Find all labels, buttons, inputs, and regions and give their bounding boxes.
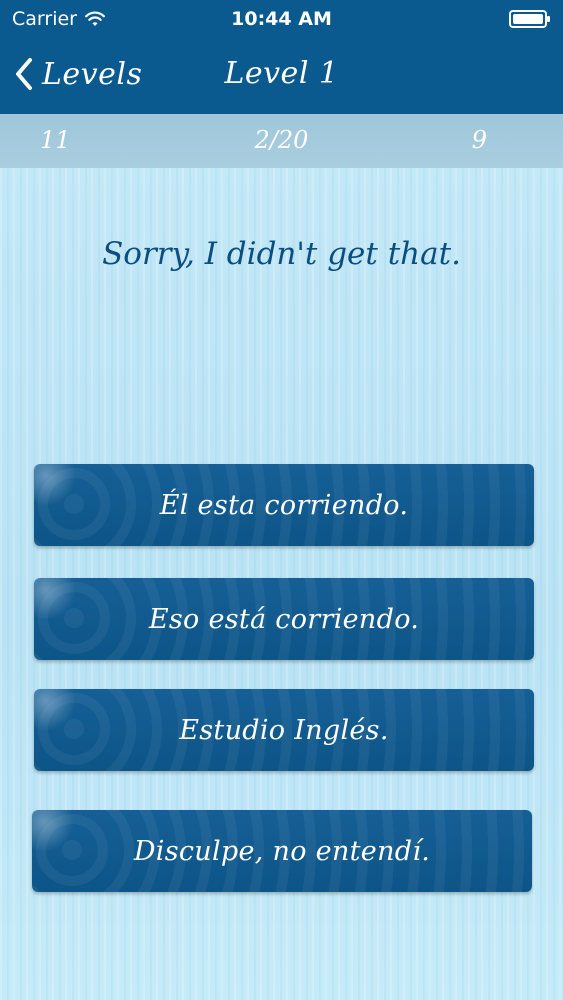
- answer-option-4[interactable]: Disculpe, no entendí.: [32, 810, 532, 892]
- answer-list: Él esta corriendo. Eso está corriendo. E…: [0, 0, 563, 1000]
- answer-option-3[interactable]: Estudio Inglés.: [34, 689, 534, 771]
- app-screen: Carrier 10:44 AM Levels Level 1 11 2/20 …: [0, 0, 563, 1000]
- answer-option-2[interactable]: Eso está corriendo.: [34, 578, 534, 660]
- answer-option-1[interactable]: Él esta corriendo.: [34, 464, 534, 546]
